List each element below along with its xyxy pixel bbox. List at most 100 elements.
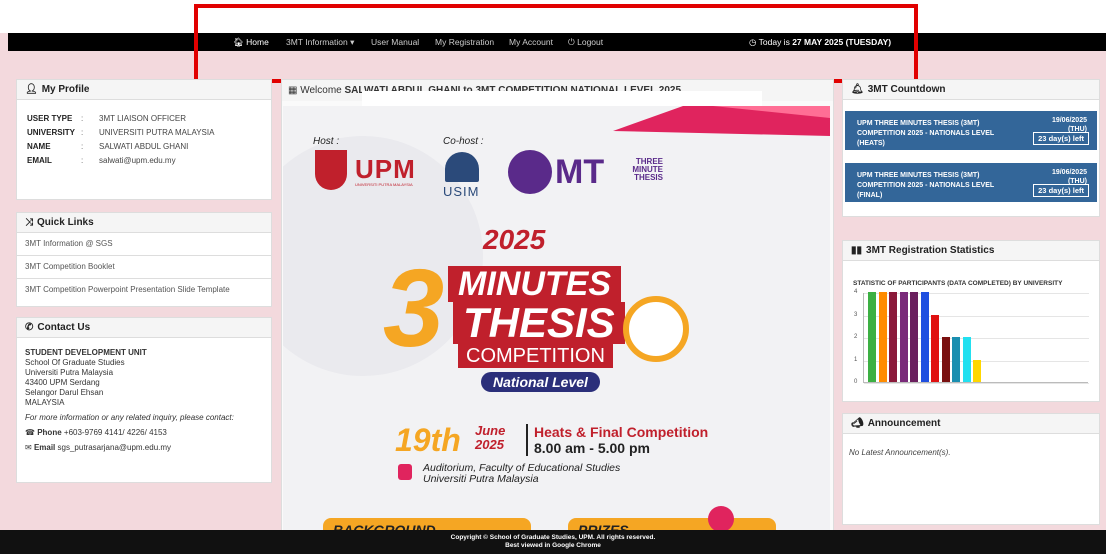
chart-bar [973,359,981,382]
quick-links-panel: ⤨ Quick Links 3MT Information @ SGS 3MT C… [16,212,272,307]
poster-host-label: Host : [313,136,340,147]
profile-header: 👤︎ My Profile [17,80,271,100]
announcement-title: Announcement [867,418,941,429]
bell-icon: 🔔︎ [851,84,864,95]
profile-key: EMAIL [27,156,52,165]
event-poster: Host : Co-host : UPM UNIVERSITI PUTRA MA… [283,106,830,536]
poster-year-small: 2025 [475,437,504,452]
chart-gridline [864,293,1089,294]
profile-panel: 👤︎ My Profile USER TYPE: 3MT LIAISON OFFIC… [16,79,272,200]
poster-competition: COMPETITION [458,344,613,368]
chart-bar [941,337,950,382]
contact-email: ✉ Email sgs_putrasarjana@upm.edu.my [25,443,263,453]
poster-thesis: THESIS [453,302,625,344]
phone-value: +603-9769 4141/ 4226/ 4153 [63,428,167,437]
profile-key: UNIVERSITY [27,128,76,137]
upm-logo-text: UPM [355,154,416,184]
bar-chart-icon: ▮▮ [851,245,863,256]
poster-minutes: MINUTES [448,266,621,302]
quick-link-item[interactable]: 3MT Competition Powerpoint Presentation … [17,279,271,302]
logo-word: THESIS [634,173,663,182]
countdown-event-name: UPM THREE MINUTES THESIS (3MT) COMPETITI… [857,172,995,199]
chart-title: STATISTIC OF PARTICIPANTS (DATA COMPLETE… [853,280,1063,287]
best-viewed-text: Best viewed in Google Chrome [0,542,1106,550]
stats-title: 3MT Registration Statistics [866,245,995,256]
3mt-logo-circle [508,150,552,194]
poster-month-year: June 2025 [475,424,505,452]
y-tick-label: 4 [854,289,858,295]
stopwatch-icon [623,296,689,362]
contact-header: ✆ Contact Us [17,318,271,338]
y-tick-label: 3 [854,311,858,318]
quick-links-title: Quick Links [37,217,94,228]
announcement-text: No Latest Announcement(s). [849,448,951,457]
poster-month: June [475,423,506,438]
profile-row: UNIVERSITY: UNIVERSITI PUTRA MALAYSIA [27,128,261,137]
poster-cohost-label: Co-host : [443,136,484,147]
profile-row: NAME: SALWATI ABDUL GHANI [27,142,261,151]
chart-gridline [864,315,1089,317]
chart-bar [920,292,929,382]
quick-link-item[interactable]: 3MT Information @ SGS [17,233,271,256]
big-three-numeral: 3 [383,247,445,370]
address-line: 43400 UPM Serdang [25,378,100,387]
contact-panel: ✆ Contact Us STUDENT DEVELOPMENT UNIT Sch… [16,317,272,483]
colon: : [81,114,84,123]
profile-row: USER TYPE: 3MT LIAISON OFFICER [27,114,261,123]
address-line: Universiti Putra Malaysia [25,368,114,377]
email-label: Email [33,443,56,452]
chart-bar [910,292,918,382]
countdown-days-left: 23 day(s) left [1033,132,1089,145]
contact-title: Contact Us [37,322,91,333]
location-pin-icon [398,464,412,480]
countdown-days-left: 23 day(s) left [1033,184,1089,197]
grid-icon: ▦ [288,85,298,96]
welcome-prefix: Welcome [300,85,345,96]
countdown-date: 19/06/2025 [1051,169,1087,176]
profile-value: salwati@upm.edu.my [99,156,176,165]
quick-links-header: ⤨ Quick Links [17,213,271,233]
copyright-text: Copyright © School of Graduate Studies, … [450,534,656,541]
phone-label: Phone [37,428,62,437]
chart-bar [962,337,971,382]
countdown-date: 19/06/2025 [1051,117,1087,124]
chart-bar [878,292,887,382]
user-icon: 👤︎ [25,84,38,95]
address-line: MALAYSIA [25,398,65,407]
email-value[interactable]: sgs_putrasarjana@upm.edu.my [58,443,172,452]
profile-key: USER TYPE [27,114,73,123]
contact-unit: STUDENT DEVELOPMENT UNIT [25,348,147,357]
countdown-title: 3MT Countdown [867,84,946,95]
quick-link-item[interactable]: 3MT Competition Booklet [17,256,271,279]
countdown-event-name: UPM THREE MINUTES THESIS (3MT) COMPETITI… [857,120,995,147]
chart-bar [899,292,908,382]
chart-gridline [864,338,1089,339]
poster-year: 2025 [483,224,546,255]
trophy-icon [708,506,734,532]
chart-plot-area: 0 1 2 3 4 [854,289,1089,385]
chart-gridline [864,383,1089,384]
chart-bar [931,314,939,382]
browser-name: Google Chrome [552,542,601,549]
chart-bar [868,292,876,382]
chart-bar [952,337,960,382]
countdown-item[interactable]: UPM THREE MINUTES THESIS (3MT) COMPETITI… [845,163,1097,202]
poster-event-info: Heats & Final Competition 8.00 am - 5.00 … [526,424,708,456]
announcement-panel: 📣︎ Announcement No Latest Announcement(s)… [842,413,1100,525]
poster-day: 19th [395,422,461,458]
colon: : [81,156,84,165]
usim-logo [445,152,479,182]
y-tick-label: 1 [854,356,858,363]
poster-time: 8.00 am - 5.00 pm [534,440,650,456]
chart-bar [889,292,897,382]
countdown-item[interactable]: UPM THREE MINUTES THESIS (3MT) COMPETITI… [845,111,1097,150]
stats-header: ▮▮ 3MT Registration Statistics [843,241,1099,261]
bullhorn-icon: 📣︎ [851,418,864,429]
profile-value: 3MT LIAISON OFFICER [99,114,186,123]
upm-logo-subtitle: UNIVERSITI PUTRA MALAYSIA [355,182,413,187]
usim-logo-text: USIM [443,184,480,199]
colon: : [81,128,84,137]
profile-row: EMAIL: salwati@upm.edu.my [27,156,261,165]
colon: : [81,142,84,151]
address-line: Selangor Darul Ehsan [25,388,104,397]
